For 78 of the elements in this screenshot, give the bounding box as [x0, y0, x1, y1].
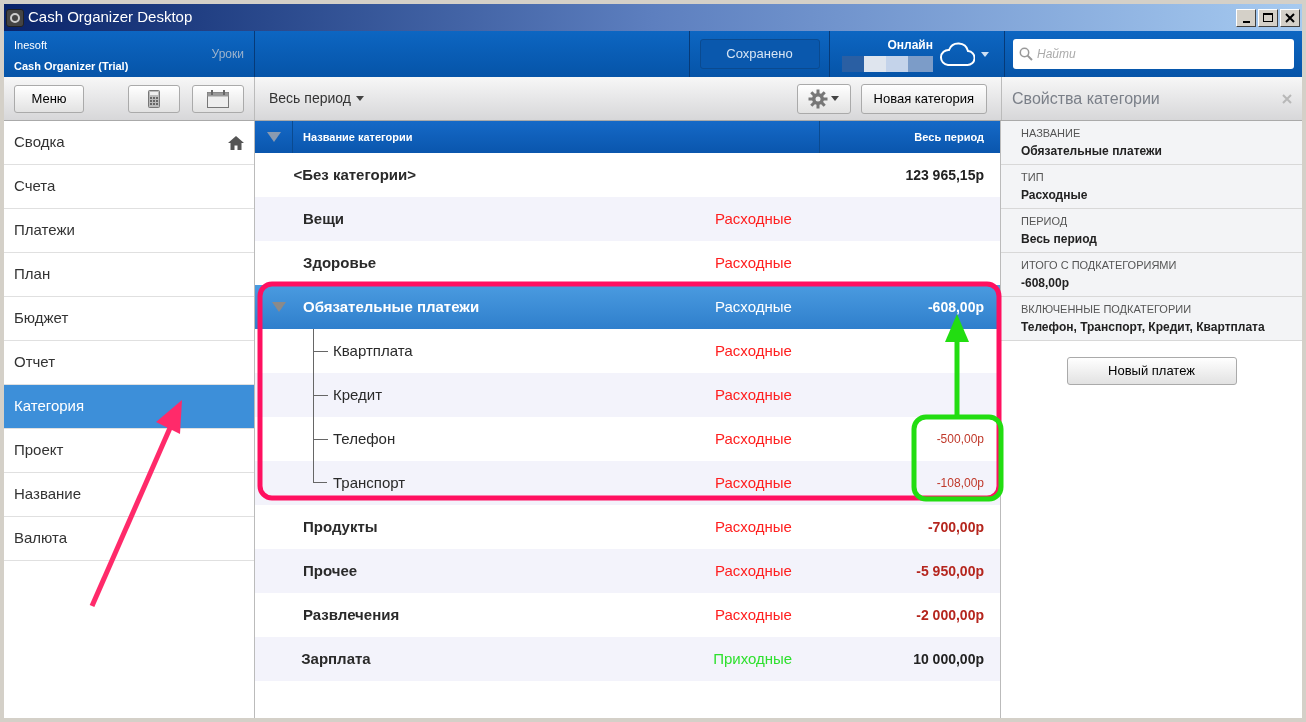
property-label: ВКЛЮЧЕННЫЕ ПОДКАТЕГОРИИ — [1021, 302, 1193, 318]
property-value: Весь период — [1021, 230, 1098, 248]
property-label: ИТОГО С ПОДКАТЕГОРИЯМИ — [1021, 258, 1178, 274]
sidebar-item[interactable]: Название — [4, 473, 254, 517]
sidebar-item[interactable]: Счета — [4, 165, 254, 209]
category-amount: 10 000,00р — [913, 649, 984, 669]
settings-icon — [808, 88, 829, 109]
maximize-icon[interactable] — [1258, 8, 1278, 27]
category-amount: -2 000,00р — [916, 605, 984, 625]
caret-icon[interactable] — [981, 51, 989, 57]
property-value: Расходные — [1021, 186, 1089, 204]
category-type: Расходные — [715, 342, 792, 359]
category-amount: -608,00р — [927, 297, 984, 317]
search-field[interactable]: Найти — [1013, 39, 1294, 69]
category-name: Зарплата — [301, 650, 371, 667]
category-type: Расходные — [715, 254, 792, 271]
category-name: Прочее — [303, 562, 358, 579]
category-name: Квартплата — [333, 342, 413, 359]
new-category-button[interactable]: Новая категория — [860, 83, 987, 114]
category-type: Расходные — [715, 386, 792, 403]
column-header[interactable]: Название категории — [293, 128, 819, 146]
category-name: Развлечения — [303, 606, 400, 623]
company-name: Inesoft — [14, 38, 49, 53]
category-name: <Без категории> — [293, 166, 416, 183]
sync-status: Онлайн — [887, 37, 933, 54]
category-name: Кредит — [333, 386, 383, 403]
minimize-icon[interactable] — [1236, 8, 1256, 27]
property-label: ТИП — [1021, 170, 1045, 186]
sidebar-item[interactable]: План — [4, 253, 254, 297]
property-label: НАЗВАНИЕ — [1021, 126, 1082, 142]
sidebar-item[interactable]: Платежи — [4, 209, 254, 253]
category-type: Расходные — [715, 562, 792, 579]
category-amount: -108,00р — [936, 475, 984, 492]
category-name: Обязательные платежи — [303, 298, 480, 315]
panel-title: Свойства категории — [1012, 88, 1160, 109]
category-name: Телефон — [333, 430, 396, 447]
category-type: Расходные — [715, 606, 792, 623]
search-icon — [1019, 47, 1033, 61]
property-label: ПЕРИОД — [1021, 214, 1069, 230]
save-status-button[interactable]: Сохранено — [699, 39, 820, 69]
caret-icon — [831, 96, 840, 101]
category-row[interactable]: Вещи Расходные — [255, 197, 1000, 241]
app-icon — [6, 8, 24, 27]
calendar-button[interactable] — [192, 84, 244, 113]
category-row[interactable]: Кредит Расходные — [255, 373, 1000, 417]
category-amount: -500,00р — [936, 431, 984, 448]
category-name: Транспорт — [333, 474, 406, 491]
category-amount: -5 950,00р — [916, 561, 984, 581]
calculator-icon — [148, 89, 160, 108]
category-type: Расходные — [715, 298, 792, 315]
sidebar-item[interactable]: Валюта — [4, 517, 254, 561]
category-name: Здоровье — [303, 254, 377, 271]
settings-button[interactable] — [796, 83, 851, 114]
category-row[interactable]: Зарплата Приходные 10 000,00р — [255, 637, 1000, 681]
category-type: Расходные — [715, 474, 792, 491]
window-title: Cash Organizer Desktop — [28, 7, 193, 28]
category-type: Расходные — [715, 210, 792, 227]
property-value: Обязательные платежи — [1021, 142, 1163, 160]
cloud-icon — [939, 41, 975, 67]
property-value: Телефон, Транспорт, Кредит, Квартплата — [1021, 318, 1266, 336]
calendar-icon — [207, 89, 229, 108]
category-amount: 123 965,15р — [905, 165, 984, 185]
calculator-button[interactable] — [128, 84, 180, 113]
product-name: Cash Organizer (Trial) — [14, 58, 130, 74]
category-name: Вещи — [303, 210, 345, 227]
category-row[interactable]: Прочее Расходные -5 950,00р — [255, 549, 1000, 593]
sidebar-item[interactable]: Сводка — [4, 121, 254, 165]
category-name: Продукты — [303, 518, 378, 535]
menu-button[interactable]: Меню — [14, 84, 84, 113]
new-payment-button[interactable]: Новый платеж — [1066, 357, 1237, 385]
category-type: Расходные — [715, 430, 792, 447]
period-dropdown[interactable]: Весь период — [269, 88, 364, 109]
category-amount: -700,00р — [927, 517, 984, 537]
category-row[interactable]: Обязательные платежи Расходные -608,00р — [255, 285, 1000, 329]
category-type: Приходные — [713, 650, 793, 667]
property-value: -608,00р — [1021, 274, 1071, 292]
sidebar-item[interactable]: Бюджет — [4, 297, 254, 341]
category-type: Расходные — [715, 518, 792, 535]
